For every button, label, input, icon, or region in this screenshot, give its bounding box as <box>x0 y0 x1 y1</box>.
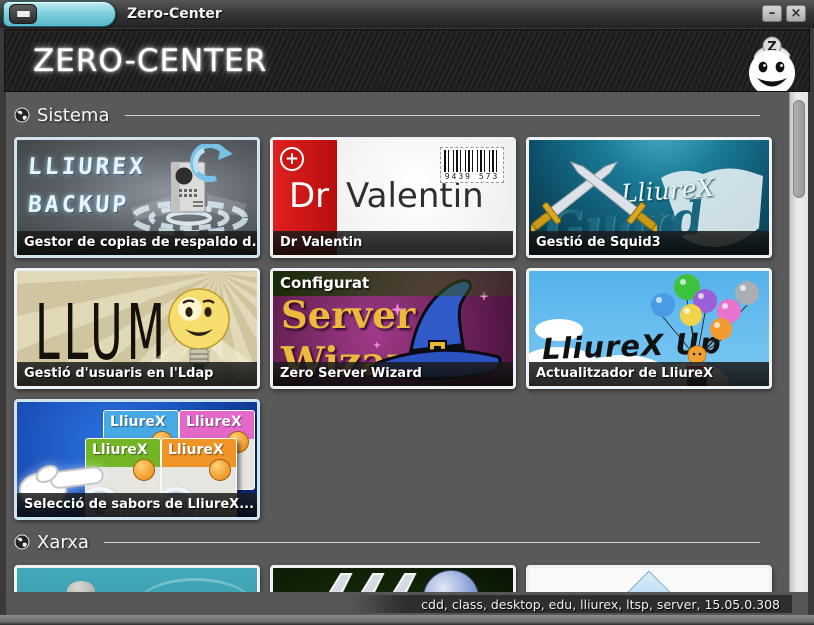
tile-caption: Gestor de copias de respaldo d... <box>17 231 257 255</box>
section-label: Xarxa <box>37 532 89 553</box>
configured-badge: Configurat <box>273 271 513 296</box>
tile-partial-2[interactable] <box>270 565 516 592</box>
tile-partial-3[interactable] <box>526 565 772 592</box>
section-label: Sistema <box>37 105 110 126</box>
vertical-scrollbar[interactable] <box>789 92 808 592</box>
backup-art-text: BACKUP <box>27 192 130 218</box>
hamburger-menu-icon <box>17 11 30 17</box>
section-header-xarxa: Xarxa <box>14 529 770 555</box>
tile-zero-server-wizard[interactable]: Configurat Server Wizard Zero Server Wiz… <box>270 268 516 389</box>
app-header-title: ZERO-CENTER <box>33 43 267 79</box>
tile-artwork <box>273 568 513 592</box>
art-detail <box>67 581 95 592</box>
tile-artwork <box>17 568 257 592</box>
tile-lliurex-up[interactable]: LliureX Up <box>526 268 772 389</box>
tile-dr-valentin[interactable]: + Dr Valentin 9439 573 Dr Valentin <box>270 137 516 258</box>
tile-caption: Gestió de Squid3 <box>529 231 769 255</box>
dr-text: Dr <box>289 176 329 216</box>
globe-icon <box>14 107 30 123</box>
art-detail <box>135 578 255 592</box>
mascot-badge-icon <box>209 459 231 481</box>
section-divider <box>104 542 760 543</box>
window-bottom-edge <box>0 615 814 625</box>
status-tags: cdd, class, desktop, edu, lliurex, ltsp,… <box>351 595 792 613</box>
barcode: 9439 573 <box>440 147 504 183</box>
minimize-button[interactable]: – <box>762 5 782 22</box>
close-button[interactable]: × <box>786 5 806 22</box>
section-header-sistema: Sistema <box>14 102 770 128</box>
diamond-art-icon <box>624 571 675 592</box>
backup-server-icon <box>121 144 257 244</box>
tile-caption: Selecció de sabors de LliureX... <box>17 493 257 517</box>
medical-cross-icon: + <box>280 147 304 171</box>
titlebar[interactable]: Zero-Center – × <box>0 0 814 28</box>
app-header: ZERO-CENTER Z <box>4 29 810 92</box>
art-detail <box>317 572 427 592</box>
app-tab[interactable] <box>3 1 116 27</box>
barcode-bars <box>444 150 500 172</box>
scrollbar-thumb[interactable] <box>793 100 805 198</box>
mascot-badge-icon <box>133 459 155 481</box>
tile-caption: Gestió d'usuaris en l'Ldap <box>17 362 257 386</box>
barcode-digits: 9439 573 <box>444 172 500 182</box>
minimize-icon: – <box>769 7 776 20</box>
tile-artwork <box>529 568 769 592</box>
zero-center-window: Zero-Center – × ZERO-CENTER Z <box>0 0 814 625</box>
close-icon: × <box>791 7 802 20</box>
zero-center-mascot-logo: Z <box>740 35 804 91</box>
tile-lliurex-guard[interactable]: LliureX Guard <box>526 137 772 258</box>
tile-caption: Zero Server Wizard <box>273 362 513 386</box>
tile-caption: Dr Valentin <box>273 231 513 255</box>
section-divider <box>125 115 760 116</box>
tile-caption: Actualitzador de LliureX <box>529 362 769 386</box>
tile-seleccio-sabors[interactable]: LliureX LliureX LliureX LliureX <box>14 399 260 520</box>
globe-icon <box>14 534 30 550</box>
statusbar: cdd, class, desktop, edu, lliurex, ltsp,… <box>6 592 808 615</box>
tile-partial-1[interactable] <box>14 565 260 592</box>
content-area: Sistema LLIUREX BACKUP <box>6 92 808 592</box>
window-controls: – × <box>762 5 806 22</box>
window-title: Zero-Center <box>127 0 222 28</box>
crossed-swords-icon <box>531 140 657 232</box>
tile-lliurex-backup[interactable]: LLIUREX BACKUP <box>14 137 260 258</box>
menu-button[interactable] <box>9 4 37 24</box>
globe-art-icon <box>423 570 479 592</box>
tile-llum[interactable]: LLUM Gestió d'usuaris en l <box>14 268 260 389</box>
